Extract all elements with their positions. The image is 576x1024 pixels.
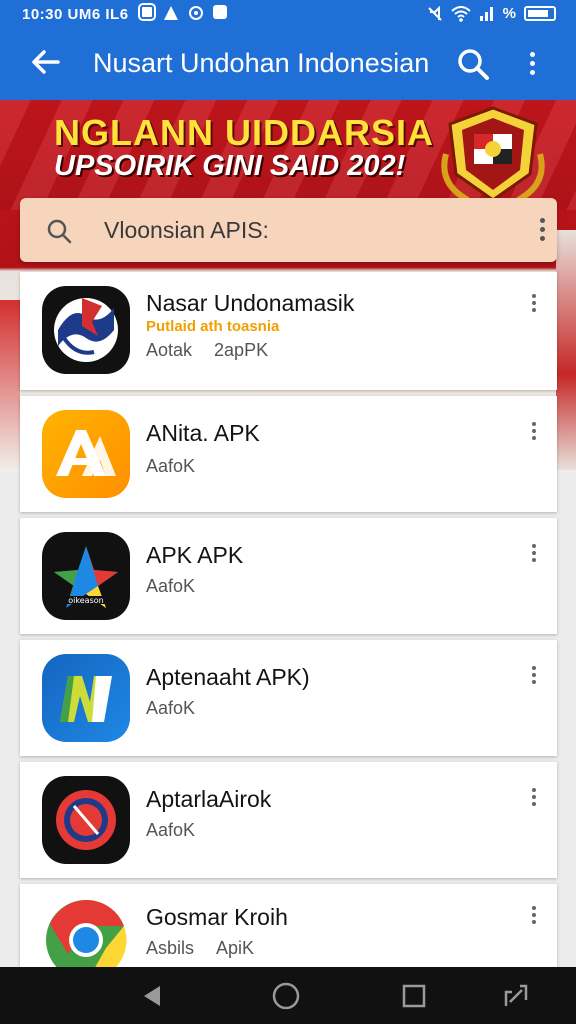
list-item[interactable]: Aptenaaht APK) AafoK <box>20 640 557 756</box>
letter-n-icon <box>42 654 130 742</box>
list-item[interactable]: ANita. APK AafoK <box>20 396 557 512</box>
app-name: Nasar Undonamasik <box>146 290 355 316</box>
item-more-icon[interactable] <box>524 416 544 452</box>
app-meta: AafoK <box>146 576 196 596</box>
item-more-icon[interactable] <box>524 900 544 936</box>
page-title: Nusart Undohan Indonesian <box>93 48 430 78</box>
item-more-icon[interactable] <box>524 288 544 324</box>
svg-text:oikeason: oikeason <box>68 596 103 605</box>
app-meta: AafoK <box>146 698 196 718</box>
item-more-icon[interactable] <box>524 782 544 818</box>
more-vert-icon[interactable] <box>520 44 544 84</box>
system-nav-bar <box>0 967 576 1024</box>
banner-headline: NGLANN UIDDARSIA <box>54 112 434 153</box>
banner-subheadline: UPSOIRIK GINI SAID 202! <box>54 150 406 182</box>
mute-icon <box>427 5 442 21</box>
flag-globe-icon <box>42 286 130 374</box>
banner-decoration-right <box>556 230 576 470</box>
list-item[interactable]: oikeason APK APK AafoK <box>20 518 557 634</box>
list-item[interactable]: Gosmar Kroih Asbils ApiK <box>20 884 557 967</box>
status-system-icons: % <box>427 5 556 22</box>
signal-icon <box>479 6 493 21</box>
info-icon <box>189 6 203 20</box>
search-input[interactable] <box>104 214 484 246</box>
app-meta-size: ApiK <box>216 938 255 958</box>
star-logo-icon: oikeason <box>42 532 130 620</box>
app-name: ANita. APK <box>146 420 260 446</box>
app-meta-size: 2apPK <box>214 340 269 360</box>
search-icon <box>47 219 72 244</box>
search-icon[interactable] <box>455 46 491 82</box>
back-arrow-icon[interactable] <box>28 44 64 80</box>
app-meta-type: Aotak <box>146 340 193 360</box>
letter-a-icon <box>42 410 130 498</box>
app-icon <box>213 5 227 19</box>
item-more-icon[interactable] <box>524 660 544 696</box>
red-circle-icon <box>42 776 130 864</box>
recents-square-icon[interactable] <box>398 980 430 1012</box>
screenshot-icon[interactable] <box>500 980 532 1012</box>
list-item[interactable]: Nasar Undonamasik Putlaid ath toasnia Ao… <box>20 272 557 390</box>
back-triangle-icon[interactable] <box>136 980 168 1012</box>
home-circle-icon[interactable] <box>270 980 302 1012</box>
signal-percent-text: % <box>502 5 516 22</box>
app-bar: Nusart Undohan Indonesian <box>0 30 576 100</box>
app-name: AptarlaAirok <box>146 786 272 812</box>
image-icon <box>138 3 156 21</box>
app-name: Gosmar Kroih <box>146 904 288 930</box>
status-notification-icons <box>138 3 227 21</box>
emblem-icon <box>441 106 545 203</box>
app-meta: AafoK <box>146 456 196 476</box>
battery-icon <box>524 6 556 21</box>
item-more-icon[interactable] <box>524 538 544 574</box>
app-name: APK APK <box>146 542 244 568</box>
status-bar: 10:30 UM6 IL6 % <box>0 0 576 30</box>
app-meta: Aotak 2apPK <box>146 340 268 361</box>
search-more-icon[interactable] <box>532 210 552 250</box>
app-subtitle: Putlaid ath toasnia <box>146 318 280 335</box>
chrome-icon <box>42 896 130 967</box>
search-bar[interactable] <box>20 198 557 262</box>
app-name: Aptenaaht APK) <box>146 664 310 690</box>
banner-decoration-left <box>0 300 20 470</box>
wifi-icon <box>450 5 471 22</box>
status-time: 10:30 UM6 IL6 <box>22 6 129 23</box>
alert-icon <box>164 6 178 20</box>
app-meta: Asbils ApiK <box>146 938 254 959</box>
list-item[interactable]: AptarlaAirok AafoK <box>20 762 557 878</box>
app-meta-type: Asbils <box>146 938 195 958</box>
app-meta: AafoK <box>146 820 196 840</box>
